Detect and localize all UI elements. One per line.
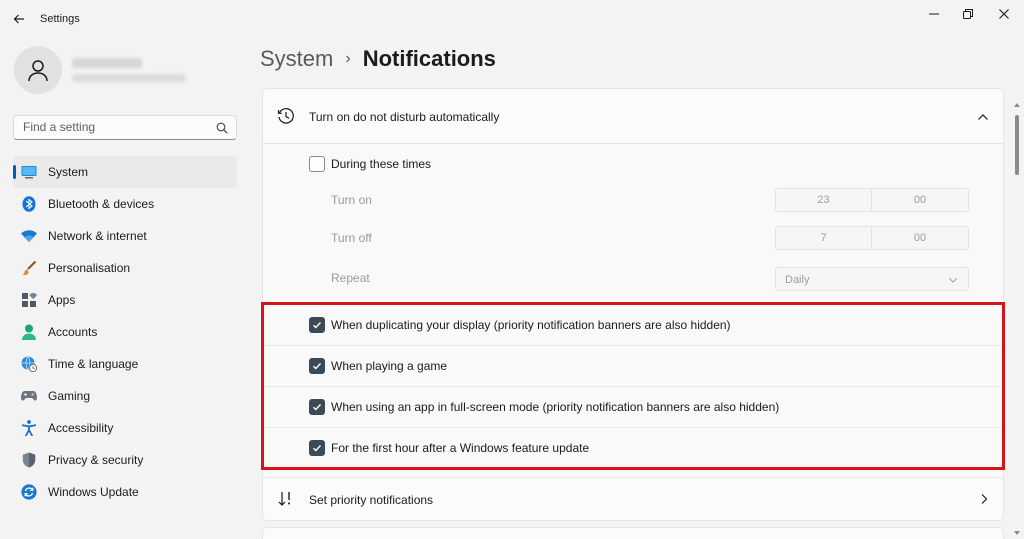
sidebar-item-label: Bluetooth & devices bbox=[48, 197, 155, 211]
profile-name-redacted bbox=[72, 58, 142, 68]
sidebar-item-label: Network & internet bbox=[48, 229, 147, 243]
sidebar-item-label: System bbox=[48, 165, 89, 179]
turn-off-hour[interactable]: 7 bbox=[775, 226, 872, 250]
wifi-icon bbox=[21, 228, 37, 244]
sidebar-item-label: Accounts bbox=[48, 325, 98, 339]
priority-sort-icon bbox=[278, 492, 290, 506]
person-icon bbox=[28, 60, 48, 82]
turn-on-minute[interactable]: 00 bbox=[872, 188, 969, 212]
restore-button[interactable] bbox=[954, 4, 982, 24]
scroll-up-icon[interactable] bbox=[1014, 102, 1020, 108]
search-icon[interactable] bbox=[216, 122, 228, 134]
sidebar-nav: System Bluetooth & devices Network & int… bbox=[13, 156, 237, 508]
system-icon bbox=[21, 164, 37, 180]
sidebar-item-label: Privacy & security bbox=[48, 453, 144, 467]
sidebar-item-apps[interactable]: Apps bbox=[13, 284, 237, 316]
brush-icon bbox=[21, 260, 37, 276]
sidebar-item-label: Time & language bbox=[48, 357, 139, 371]
sidebar-item-label: Apps bbox=[48, 293, 76, 307]
sidebar-item-time-language[interactable]: Time & language bbox=[13, 348, 237, 380]
update-icon bbox=[21, 484, 37, 500]
sidebar-item-privacy-security[interactable]: Privacy & security bbox=[13, 444, 237, 476]
sidebar-item-label: Windows Update bbox=[48, 485, 139, 499]
scrollbar-thumb[interactable] bbox=[1015, 115, 1019, 175]
back-button[interactable] bbox=[8, 8, 30, 30]
gamepad-icon bbox=[21, 388, 37, 404]
turn-off-label: Turn off bbox=[331, 231, 372, 245]
turn-on-label: Turn on bbox=[331, 193, 372, 207]
shield-icon bbox=[21, 452, 37, 468]
close-icon bbox=[999, 9, 1009, 19]
minimize-button[interactable] bbox=[920, 4, 948, 24]
bluetooth-icon bbox=[21, 196, 37, 212]
sidebar-item-accessibility[interactable]: Accessibility bbox=[13, 412, 237, 444]
search-box bbox=[13, 115, 237, 140]
restore-icon bbox=[963, 9, 973, 19]
search-input[interactable] bbox=[23, 120, 213, 134]
apps-icon bbox=[21, 292, 37, 308]
sidebar-item-bluetooth[interactable]: Bluetooth & devices bbox=[13, 188, 237, 220]
sidebar-item-network[interactable]: Network & internet bbox=[13, 220, 237, 252]
dnd-title: Turn on do not disturb automatically bbox=[309, 110, 500, 124]
close-button[interactable] bbox=[990, 4, 1018, 24]
globe-clock-icon bbox=[21, 356, 37, 372]
sidebar-item-label: Accessibility bbox=[48, 421, 114, 435]
minimize-icon bbox=[929, 13, 939, 15]
person-icon bbox=[21, 324, 37, 340]
sidebar-item-label: Gaming bbox=[48, 389, 91, 403]
turn-off-minute[interactable]: 00 bbox=[872, 226, 969, 250]
next-setting-card[interactable] bbox=[262, 527, 1004, 539]
accessibility-icon bbox=[21, 420, 37, 436]
app-title: Settings bbox=[40, 13, 80, 25]
profile-email-redacted bbox=[72, 74, 186, 82]
turn-on-hour[interactable]: 23 bbox=[775, 188, 872, 212]
breadcrumb: System › Notifications bbox=[260, 46, 496, 72]
sidebar-item-personalisation[interactable]: Personalisation bbox=[13, 252, 237, 284]
chevron-down-icon bbox=[949, 278, 957, 283]
repeat-value: Daily bbox=[785, 274, 810, 286]
highlight-box bbox=[261, 302, 1005, 470]
avatar bbox=[14, 46, 62, 94]
sidebar-item-label: Personalisation bbox=[48, 261, 131, 275]
during-times-checkbox[interactable] bbox=[309, 156, 325, 172]
active-indicator bbox=[13, 165, 16, 179]
repeat-select[interactable]: Daily bbox=[775, 267, 969, 291]
chevron-up-icon[interactable] bbox=[977, 111, 989, 123]
breadcrumb-separator: › bbox=[345, 50, 351, 67]
priority-notifications-label: Set priority notifications bbox=[309, 493, 434, 507]
repeat-label: Repeat bbox=[331, 271, 370, 285]
breadcrumb-parent[interactable]: System bbox=[260, 46, 333, 72]
sidebar-item-windows-update[interactable]: Windows Update bbox=[13, 476, 237, 508]
sidebar-item-gaming[interactable]: Gaming bbox=[13, 380, 237, 412]
sidebar-item-system[interactable]: System bbox=[13, 156, 237, 188]
dnd-header[interactable]: Turn on do not disturb automatically bbox=[263, 89, 1003, 144]
back-arrow-icon bbox=[13, 14, 24, 24]
title-bar: Settings bbox=[0, 0, 1024, 38]
scroll-down-icon[interactable] bbox=[1014, 530, 1020, 536]
page-title: Notifications bbox=[362, 46, 496, 71]
clock-icon bbox=[277, 108, 294, 124]
sidebar-item-accounts[interactable]: Accounts bbox=[13, 316, 237, 348]
priority-notifications-card[interactable]: Set priority notifications bbox=[262, 477, 1004, 521]
chevron-right-icon bbox=[981, 494, 988, 504]
during-times-label: During these times bbox=[331, 157, 432, 171]
